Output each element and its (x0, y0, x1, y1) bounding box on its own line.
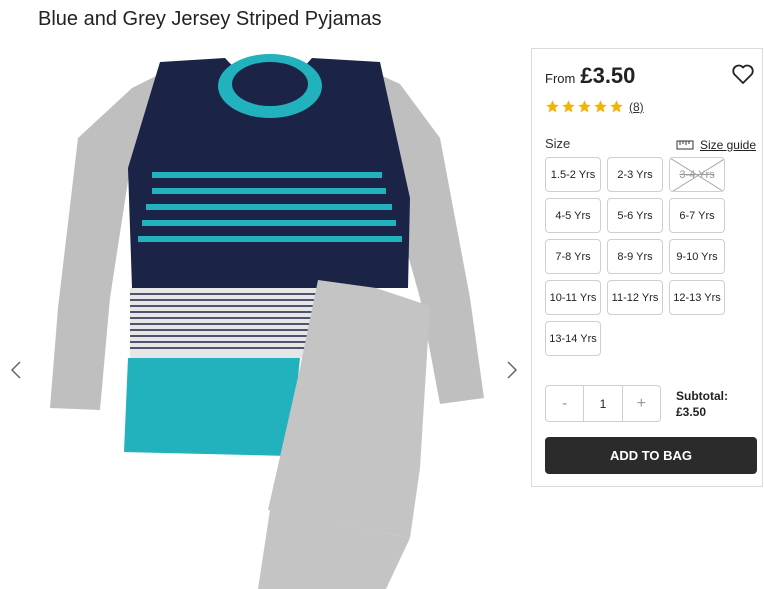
price-value: £3.50 (580, 63, 636, 88)
size-option-label: 9-10 Yrs (676, 250, 718, 263)
purchase-panel: From £3.50 (8) Size Size guide 1.5-2 Yrs… (531, 48, 763, 487)
size-option[interactable]: 11-12 Yrs (607, 280, 663, 315)
price-from-label: From (545, 71, 576, 86)
size-option[interactable]: 8-9 Yrs (607, 239, 663, 274)
size-guide-link[interactable]: Size guide (676, 138, 756, 152)
chevron-right-icon (507, 361, 518, 379)
add-to-bag-button[interactable]: ADD TO BAG (545, 437, 757, 474)
gallery-next-button[interactable] (502, 356, 522, 384)
star-icon (610, 100, 623, 113)
size-guide-label: Size guide (699, 138, 756, 152)
size-option[interactable]: 7-8 Yrs (545, 239, 601, 274)
subtotal-value: £3.50 (676, 405, 707, 419)
star-rating: (8) (545, 99, 644, 114)
star-icon (562, 100, 575, 113)
review-count-link[interactable]: (8) (629, 100, 644, 114)
size-option-label: 12-13 Yrs (673, 291, 721, 304)
quantity-stepper: - 1 + (545, 385, 661, 422)
product-photo (50, 54, 484, 589)
size-option-label: 11-12 Yrs (611, 291, 659, 304)
size-option-label: 8-9 Yrs (617, 250, 653, 263)
product-title: Blue and Grey Jersey Striped Pyjamas (38, 8, 382, 30)
size-option-label: 2-3 Yrs (617, 168, 653, 181)
size-option-label: 5-6 Yrs (617, 209, 653, 222)
size-label: Size (545, 136, 571, 151)
size-option-label: 13-14 Yrs (549, 332, 597, 345)
size-option[interactable]: 3-4 Yrs (669, 157, 725, 192)
size-option[interactable]: 12-13 Yrs (669, 280, 725, 315)
heart-icon (732, 64, 754, 84)
ruler-icon (676, 140, 694, 150)
size-option-label: 7-8 Yrs (555, 250, 591, 263)
size-option-label: 1.5-2 Yrs (550, 168, 596, 181)
quantity-increase-button[interactable]: + (623, 386, 660, 421)
size-option-label: 4-5 Yrs (555, 209, 591, 222)
price-row: From £3.50 (545, 63, 635, 89)
subtotal: Subtotal: £3.50 (676, 388, 728, 420)
quantity-input[interactable]: 1 (583, 386, 623, 421)
size-option[interactable]: 5-6 Yrs (607, 198, 663, 233)
star-icon (594, 100, 607, 113)
quantity-decrease-button[interactable]: - (546, 386, 583, 421)
size-option[interactable]: 4-5 Yrs (545, 198, 601, 233)
size-option[interactable]: 2-3 Yrs (607, 157, 663, 192)
star-icon (578, 100, 591, 113)
gallery-prev-button[interactable] (6, 356, 26, 384)
subtotal-label: Subtotal: (676, 389, 728, 403)
size-option[interactable]: 10-11 Yrs (545, 280, 601, 315)
size-option[interactable]: 13-14 Yrs (545, 321, 601, 356)
chevron-left-icon (10, 361, 21, 379)
size-option[interactable]: 1.5-2 Yrs (545, 157, 601, 192)
size-option[interactable]: 9-10 Yrs (669, 239, 725, 274)
product-image-gallery (0, 48, 530, 589)
star-icon (546, 100, 559, 113)
wishlist-button[interactable] (731, 63, 755, 85)
unavailable-cross-icon (670, 158, 724, 191)
size-option[interactable]: 6-7 Yrs (669, 198, 725, 233)
size-option-label: 10-11 Yrs (549, 291, 597, 304)
size-option-label: 6-7 Yrs (679, 209, 715, 222)
